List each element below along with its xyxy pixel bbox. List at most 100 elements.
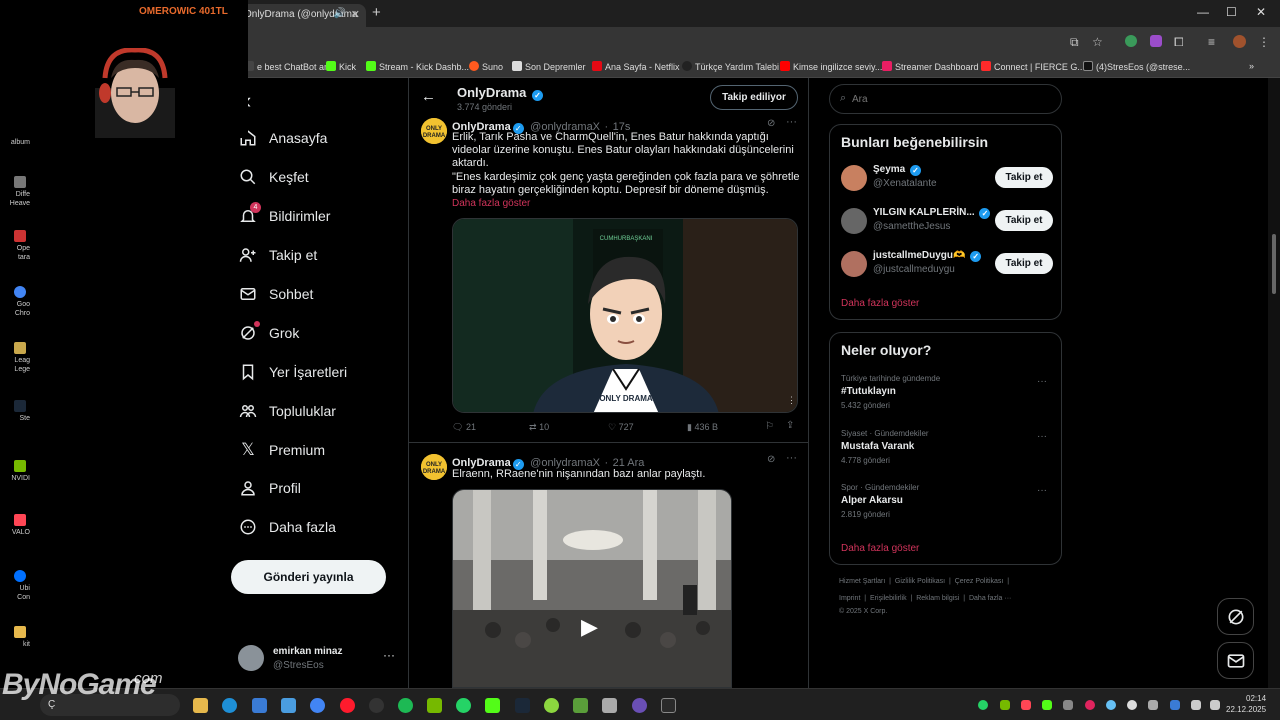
more-bookmarks-icon[interactable]: » (1249, 61, 1254, 71)
footer-link[interactable]: Çerez Politikası (955, 578, 1004, 585)
app-icon[interactable] (632, 698, 647, 713)
tray-icon[interactable] (1127, 700, 1137, 710)
views-button[interactable]: ▮ 436 B (687, 422, 718, 433)
suggested-user[interactable]: Şeyma ✓ @Xenatalante Takip et (841, 161, 1053, 197)
bookmark-item[interactable]: Streamer Dashboard (882, 61, 979, 72)
tray-icon[interactable] (1042, 700, 1052, 710)
tweet-media[interactable]: CUMHURBAŞKANI ONLY DRAMA ⋮ (452, 218, 798, 413)
nav-communities[interactable]: Topluluklar (238, 396, 336, 426)
trend-item[interactable]: Türkiye tarihinde gündemde #Tutuklayın 5… (841, 374, 1053, 410)
tray-icon[interactable] (1148, 700, 1158, 710)
maximize-icon[interactable]: ☐ (1226, 5, 1237, 19)
following-button[interactable]: Takip ediliyor (710, 85, 798, 110)
scrollbar[interactable] (1268, 78, 1280, 688)
new-tab-button[interactable]: + (372, 4, 388, 22)
tray-icon[interactable] (1085, 700, 1095, 710)
suggested-user[interactable]: YILGIN KALPLERİN... ✓ @samettheJesus Tak… (841, 204, 1053, 240)
nav-more[interactable]: Daha fazla (238, 512, 336, 542)
account-switcher[interactable]: emirkan minaz @StresEos ··· (238, 641, 398, 675)
extensions-puzzle-icon[interactable]: ⧠ (1174, 35, 1184, 50)
desktop-icon[interactable]: Goo Chro (0, 286, 30, 318)
app-icon[interactable] (281, 698, 296, 713)
speaker-icon[interactable]: 🔊 (334, 8, 346, 19)
star-bookmark-icon[interactable]: ☆ (1092, 35, 1103, 49)
desktop-icon[interactable]: Ope tara (0, 230, 30, 262)
retweet-button[interactable]: ⇄ 10 (529, 422, 549, 433)
file-explorer-icon[interactable] (193, 698, 208, 713)
tweet[interactable]: ONLY DRAMA OnlyDrama ✓ @onlydramaX · 17s ⊘… (409, 114, 808, 443)
media-control-icon[interactable]: ≡ (1208, 35, 1215, 49)
desktop-icon[interactable]: kit (0, 626, 30, 649)
opera-icon[interactable] (340, 698, 355, 713)
edge-icon[interactable] (222, 698, 237, 713)
tweet[interactable]: ONLY DRAMA OnlyDrama ✓ @onlydramaX · 21 Ar… (409, 444, 808, 688)
nav-grok[interactable]: Grok (238, 318, 299, 348)
suggested-user[interactable]: justcallmeDuygu🫶 ✓ @justcallmeduygu Taki… (841, 247, 1053, 283)
tray-icon[interactable] (1000, 700, 1010, 710)
media-options-icon[interactable]: ⋮ (787, 395, 796, 406)
messages-fab-button[interactable] (1217, 642, 1254, 679)
show-more-link[interactable]: Daha fazla göster (841, 543, 919, 554)
footer-link[interactable]: Reklam bilgisi (916, 595, 959, 602)
desktop-icon[interactable]: Ubi Con (0, 570, 30, 602)
obs-icon[interactable] (369, 698, 384, 713)
footer-link[interactable]: Imprint (839, 595, 860, 602)
nav-notifications[interactable]: 4 Bildirimler (238, 201, 330, 231)
follow-button[interactable]: Takip et (995, 210, 1053, 231)
desktop-icon[interactable]: Leag Lege (0, 342, 30, 374)
desktop-icon[interactable]: NVIDI (0, 460, 30, 483)
play-icon[interactable]: ▶ (581, 614, 598, 640)
bookmark-item[interactable]: e best ChatBot an... (244, 61, 337, 72)
install-app-icon[interactable]: ⧉ (1070, 35, 1079, 50)
tray-icon[interactable] (1021, 700, 1031, 710)
close-window-icon[interactable]: ✕ (1256, 5, 1266, 19)
bookmark-item[interactable]: (4)StresEos (@strese... (1083, 61, 1190, 72)
app-icon[interactable] (544, 698, 559, 713)
trend-item[interactable]: Spor · Gündemdekiler Alper Akarsu 2.819 … (841, 483, 1053, 519)
search-input[interactable] (852, 91, 1052, 107)
chrome-icon[interactable] (310, 698, 325, 713)
trend-more-icon[interactable]: ··· (1037, 376, 1047, 387)
tab-onlydrama[interactable]: OnlyDrama (@onlydrama 🔊 ✕ (236, 4, 366, 27)
desktop-icon[interactable]: album (0, 138, 30, 147)
post-button[interactable]: Gönderi yayınla (231, 560, 386, 594)
store-icon[interactable] (252, 698, 267, 713)
follow-button[interactable]: Takip et (995, 167, 1053, 188)
network-icon[interactable] (1210, 700, 1220, 710)
speaker-icon[interactable] (1191, 700, 1201, 710)
epic-games-icon[interactable] (661, 698, 676, 713)
grok-explain-icon[interactable]: ⊘ (767, 118, 775, 129)
nav-bookmarks[interactable]: Yer İşaretleri (238, 357, 347, 387)
tray-icon[interactable] (1106, 700, 1116, 710)
trend-item[interactable]: Siyaset · Gündemdekiler Mustafa Varank 4… (841, 429, 1053, 465)
scrollbar-thumb[interactable] (1272, 234, 1276, 294)
tray-icon[interactable] (978, 700, 988, 710)
trend-more-icon[interactable]: ··· (1037, 485, 1047, 496)
more-dots-icon[interactable]: ··· (383, 648, 395, 662)
tweet-more-icon[interactable]: ··· (786, 116, 797, 128)
grok-explain-icon[interactable]: ⊘ (767, 454, 775, 465)
bookmark-item[interactable]: Türkçe Yardım Talebi (682, 61, 779, 72)
desktop-icon[interactable]: VALO (0, 514, 30, 537)
bookmark-icon[interactable]: ⚐ (765, 421, 774, 432)
extension-icon[interactable] (1150, 35, 1162, 47)
footer-link[interactable]: Daha fazla ··· (969, 595, 1011, 602)
tweet-more-icon[interactable]: ··· (786, 452, 797, 464)
back-arrow-icon[interactable]: ← (421, 88, 436, 105)
nav-explore[interactable]: Keşfet (238, 162, 309, 192)
share-icon[interactable]: ⇪ (786, 420, 794, 431)
nvidia-icon[interactable] (427, 698, 442, 713)
footer-link[interactable]: Hizmet Şartları (839, 578, 885, 585)
trend-more-icon[interactable]: ··· (1037, 431, 1047, 442)
menu-kebab-icon[interactable]: ⋮ (1258, 35, 1270, 49)
nav-messages[interactable]: Sohbet (238, 279, 313, 309)
steam-icon[interactable] (515, 698, 530, 713)
extension-icon[interactable] (1125, 35, 1137, 47)
nav-follow[interactable]: Takip et (238, 240, 317, 270)
app-icon[interactable] (602, 698, 617, 713)
nav-home[interactable]: Anasayfa (238, 123, 327, 153)
follow-button[interactable]: Takip et (995, 253, 1053, 274)
search-box[interactable]: ⌕ (829, 84, 1062, 114)
bookmark-item[interactable]: Suno (469, 61, 503, 72)
reply-button[interactable]: 🗨 21 (452, 422, 476, 433)
